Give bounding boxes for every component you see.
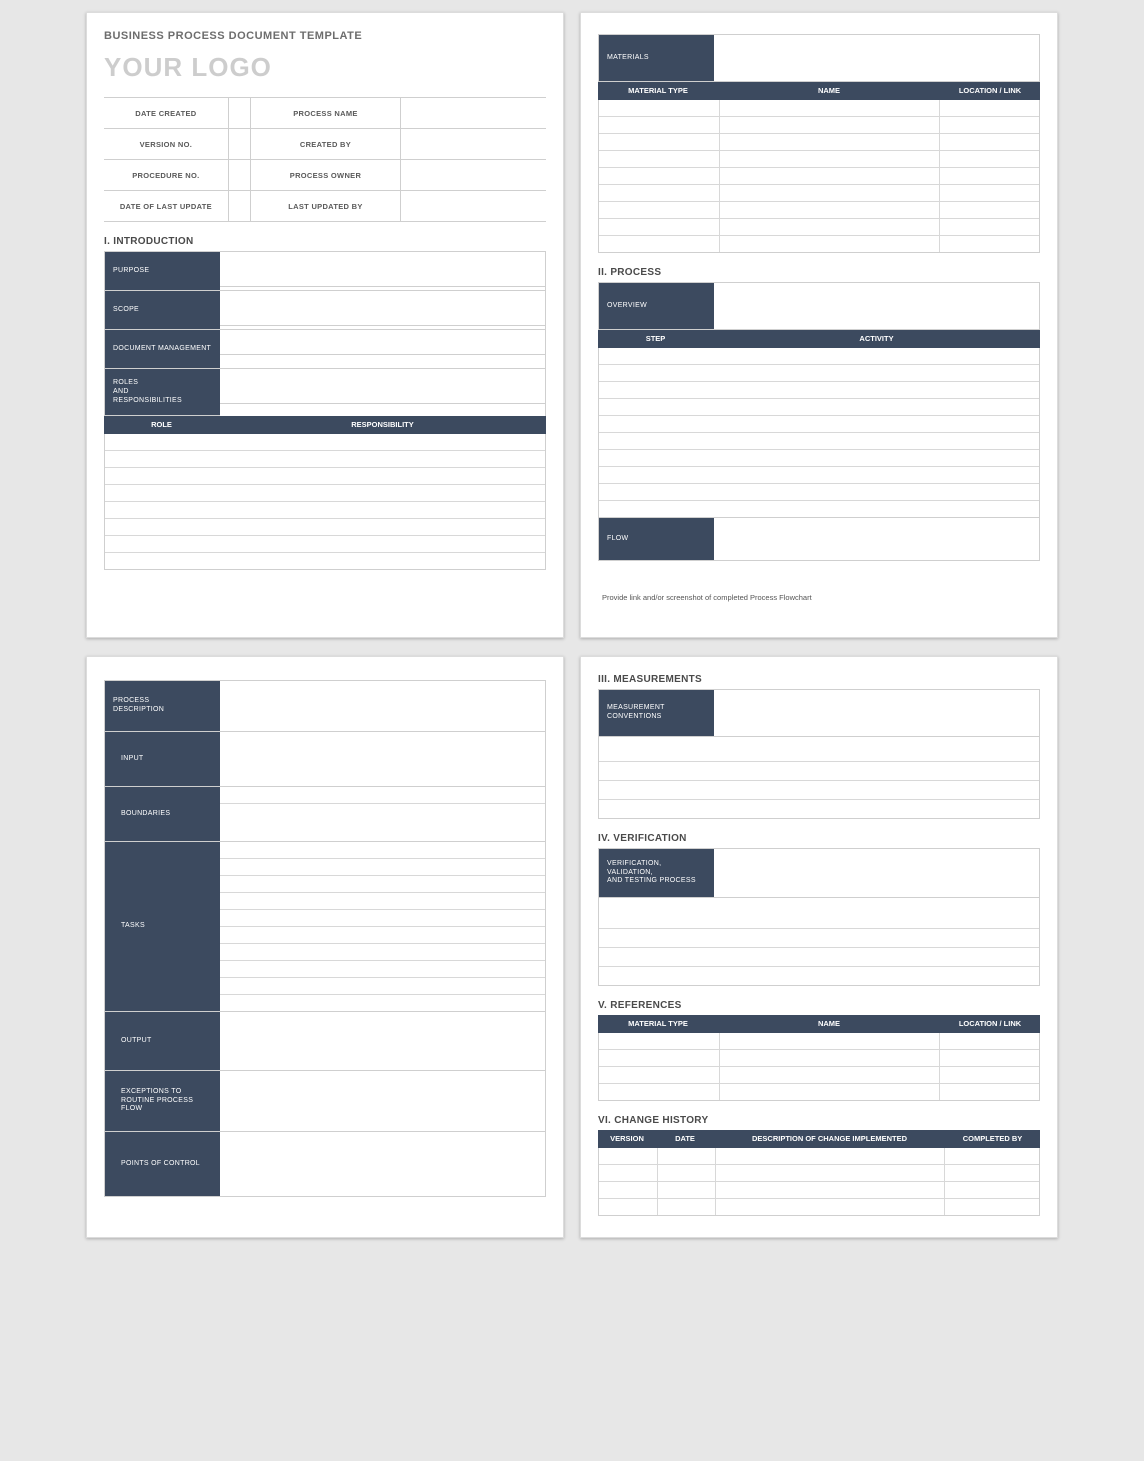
label-tasks: TASKS xyxy=(105,842,220,1012)
desk: BUSINESS PROCESS DOCUMENT TEMPLATE YOUR … xyxy=(0,0,1144,1258)
block-flow: FLOW xyxy=(598,517,1040,561)
page-4: III. MEASUREMENTS MEASUREMENT CONVENTION… xyxy=(580,656,1058,1238)
label-doc-mgmt: DOCUMENT MANAGEMENT xyxy=(105,330,220,369)
measurement-rows xyxy=(598,737,1040,819)
block-roles: ROLES AND RESPONSIBILITIES xyxy=(104,368,546,416)
block-overview: OVERVIEW xyxy=(598,282,1040,330)
references-subhead: MATERIAL TYPE NAME LOCATION / LINK xyxy=(598,1015,1040,1033)
label-verification: VERIFICATION, VALIDATION, AND TESTING PR… xyxy=(599,849,714,898)
section-introduction: I. INTRODUCTION xyxy=(104,236,546,247)
col-responsibility: RESPONSIBILITY xyxy=(219,416,546,434)
col-completed-by: COMPLETED BY xyxy=(945,1130,1040,1148)
block-output: OUTPUT xyxy=(104,1011,546,1071)
page-1: BUSINESS PROCESS DOCUMENT TEMPLATE YOUR … xyxy=(86,12,564,638)
block-verification: VERIFICATION, VALIDATION, AND TESTING PR… xyxy=(598,848,1040,898)
meta-label-version-no: VERSION NO. xyxy=(104,129,228,159)
col-activity: ACTIVITY xyxy=(713,330,1040,348)
col-version: VERSION xyxy=(598,1130,656,1148)
verification-rows xyxy=(598,898,1040,986)
change-subhead: VERSION DATE DESCRIPTION OF CHANGE IMPLE… xyxy=(598,1130,1040,1148)
col-location-2: LOCATION / LINK xyxy=(940,1015,1040,1033)
col-material-type-2: MATERIAL TYPE xyxy=(598,1015,718,1033)
col-date: DATE xyxy=(656,1130,714,1148)
label-boundaries: BOUNDARIES xyxy=(105,787,220,842)
col-step: STEP xyxy=(598,330,713,348)
col-role: ROLE xyxy=(104,416,219,434)
materials-subhead: MATERIAL TYPE NAME LOCATION / LINK xyxy=(598,82,1040,100)
label-materials: MATERIALS xyxy=(599,35,714,82)
block-process-description: PROCESS DESCRIPTION xyxy=(104,680,546,732)
page-2: MATERIALS MATERIAL TYPE NAME LOCATION / … xyxy=(580,12,1058,638)
document-title: BUSINESS PROCESS DOCUMENT TEMPLATE xyxy=(104,30,546,42)
label-scope: SCOPE xyxy=(105,291,220,330)
meta-label-last-updated-by: LAST UPDATED BY xyxy=(250,191,400,221)
block-purpose: PURPOSE xyxy=(104,251,546,291)
page-3: PROCESS DESCRIPTION INPUT BOUNDARIES TAS… xyxy=(86,656,564,1238)
col-change-desc: DESCRIPTION OF CHANGE IMPLEMENTED xyxy=(714,1130,945,1148)
label-exceptions: EXCEPTIONS TO ROUTINE PROCESS FLOW xyxy=(105,1071,220,1132)
label-flow: FLOW xyxy=(599,518,714,561)
meta-label-date-created: DATE CREATED xyxy=(104,98,228,128)
process-rows xyxy=(598,348,1040,518)
col-location: LOCATION / LINK xyxy=(940,82,1040,100)
logo-placeholder: YOUR LOGO xyxy=(104,52,546,83)
meta-label-date-last-update: DATE OF LAST UPDATE xyxy=(104,191,228,221)
process-subhead: STEP ACTIVITY xyxy=(598,330,1040,348)
roles-rows xyxy=(104,434,546,570)
change-rows xyxy=(598,1148,1040,1216)
block-measurement-conventions: MEASUREMENT CONVENTIONS xyxy=(598,689,1040,737)
label-output: OUTPUT xyxy=(105,1012,220,1071)
label-purpose: PURPOSE xyxy=(105,252,220,291)
block-doc-mgmt: DOCUMENT MANAGEMENT xyxy=(104,329,546,369)
block-scope: SCOPE xyxy=(104,290,546,330)
meta-label-created-by: CREATED BY xyxy=(250,129,400,159)
roles-subhead: ROLE RESPONSIBILITY xyxy=(104,416,546,434)
label-roles: ROLES AND RESPONSIBILITIES xyxy=(105,369,220,416)
col-name: NAME xyxy=(718,82,940,100)
meta-label-process-owner: PROCESS OWNER xyxy=(250,160,400,190)
block-exceptions: EXCEPTIONS TO ROUTINE PROCESS FLOW xyxy=(104,1070,546,1132)
block-materials: MATERIALS xyxy=(598,34,1040,82)
meta-label-process-name: PROCESS NAME xyxy=(250,98,400,128)
col-material-type: MATERIAL TYPE xyxy=(598,82,718,100)
meta-grid: DATE CREATED PROCESS NAME VERSION NO. CR… xyxy=(104,97,546,222)
flow-note: Provide link and/or screenshot of comple… xyxy=(598,587,1040,616)
block-input: INPUT xyxy=(104,731,546,787)
col-name-2: NAME xyxy=(718,1015,940,1033)
block-tasks: TASKS xyxy=(104,841,546,1012)
section-verification: IV. VERIFICATION xyxy=(598,833,1040,844)
references-rows xyxy=(598,1033,1040,1101)
block-points-of-control: POINTS OF CONTROL xyxy=(104,1131,546,1197)
section-change-history: VI. CHANGE HISTORY xyxy=(598,1115,1040,1126)
label-measurement-conventions: MEASUREMENT CONVENTIONS xyxy=(599,690,714,737)
label-input: INPUT xyxy=(105,732,220,787)
section-process: II. PROCESS xyxy=(598,267,1040,278)
section-references: V. REFERENCES xyxy=(598,1000,1040,1011)
materials-rows xyxy=(598,100,1040,253)
label-process-description: PROCESS DESCRIPTION xyxy=(105,681,220,732)
label-points-of-control: POINTS OF CONTROL xyxy=(105,1132,220,1197)
tasks-rows xyxy=(220,842,545,1012)
block-boundaries: BOUNDARIES xyxy=(104,786,546,842)
meta-label-procedure-no: PROCEDURE NO. xyxy=(104,160,228,190)
section-measurements: III. MEASUREMENTS xyxy=(598,674,1040,685)
label-overview: OVERVIEW xyxy=(599,283,714,330)
